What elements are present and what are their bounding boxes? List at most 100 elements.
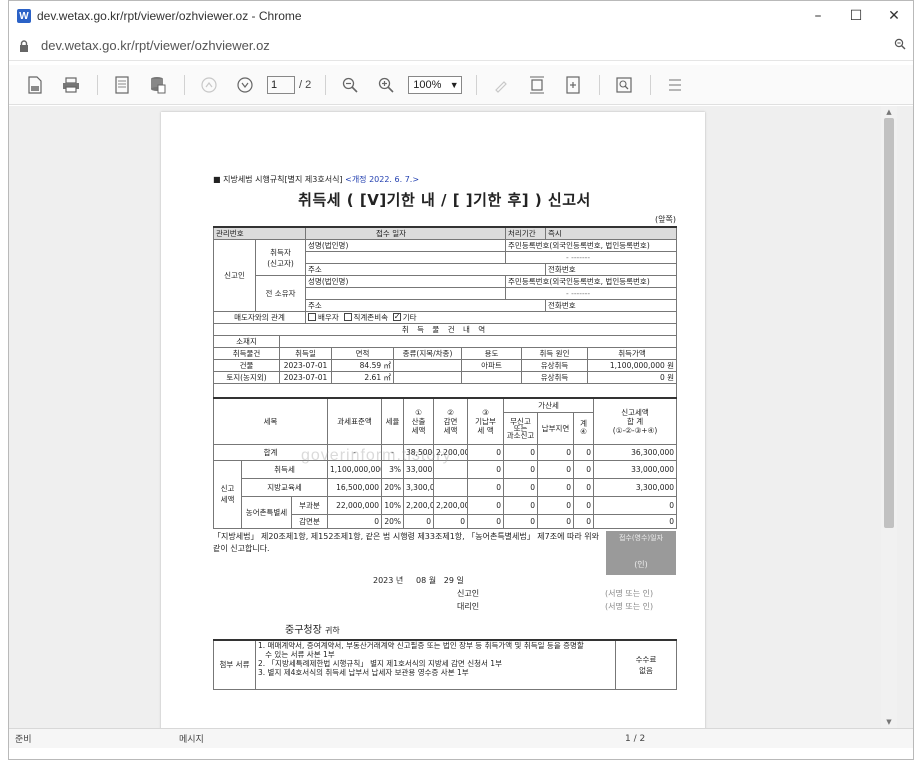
find-icon[interactable]: [610, 71, 638, 99]
print-icon[interactable]: [57, 71, 85, 99]
zoom-in-icon[interactable]: [372, 71, 400, 99]
zoom-icon[interactable]: [887, 38, 913, 53]
lock-icon: [20, 39, 28, 52]
table-cell: 0: [593, 495, 678, 515]
processing-label: 처리기간: [505, 226, 547, 240]
revision-text: <개정 2022. 6. 7.>: [345, 175, 420, 184]
add-page-icon[interactable]: [559, 71, 587, 99]
table-cell: 2,200,000: [433, 495, 469, 515]
lineal-checkbox[interactable]: [343, 313, 352, 321]
reporter-sign-hint: (서명 또는 인): [605, 588, 654, 598]
vertical-scrollbar[interactable]: ▲ ▼: [881, 106, 897, 728]
toolbar-separator: [97, 74, 98, 95]
table-cell: 지방교육세: [240, 477, 329, 497]
toolbar-separator: [599, 74, 601, 95]
acquirer-rrn-value: - -------: [505, 251, 678, 264]
property-header: 용도: [461, 347, 522, 360]
window-title: dev.wetax.go.kr/rpt/viewer/ozhviewer.oz …: [37, 9, 302, 23]
zoom-value: 100%: [413, 78, 442, 91]
addressee-name: 중구청장: [285, 624, 322, 636]
other-checkbox[interactable]: ✓: [392, 313, 401, 321]
processing-value: 즉시: [545, 226, 678, 240]
prev-owner-rrn-field: 주민등록번호(외국인등록번호, 법인등록번호): [505, 275, 678, 288]
prev-owner-address-field: 주소: [305, 299, 547, 312]
zoom-out-icon[interactable]: [336, 71, 364, 99]
scrollbar-thumb[interactable]: [884, 118, 894, 528]
table-cell: 0: [503, 477, 539, 497]
table-cell: 0: [467, 443, 505, 461]
fee-label: 수수료: [635, 654, 657, 664]
date-month: 08: [416, 575, 427, 585]
status-page: 1 / 2: [625, 733, 646, 744]
attachments-table: 첨부 서류 1. 매매계약서, 증여계약서, 부동산거래계약 신고필증 또는 법…: [213, 638, 677, 690]
table-cell: [393, 359, 462, 372]
table-cell: 0: [537, 477, 575, 497]
acquirer-address-field: 주소: [305, 263, 547, 276]
current-page-input[interactable]: 1: [267, 75, 295, 94]
previous-page-icon[interactable]: [195, 71, 223, 99]
tax-header-reduce: ② 감면 세액: [433, 397, 469, 445]
table-cell: 토지(농지외): [213, 371, 280, 384]
table-cell: 아파트: [461, 359, 522, 372]
export-icon[interactable]: [144, 71, 172, 99]
attachments-label: 첨부 서류: [213, 638, 256, 690]
property-header: 취득일: [279, 347, 332, 360]
spouse-checkbox[interactable]: [308, 313, 317, 321]
property-header: 취득가액: [586, 347, 678, 360]
toolbar-separator: [476, 74, 478, 95]
maximize-button[interactable]: ☐: [837, 1, 875, 31]
fee-value: 없음: [639, 665, 653, 675]
table-cell: 36,300,000: [593, 443, 678, 461]
acquirer-phone-field: 전화번호: [545, 263, 678, 276]
table-cell: 0: [503, 495, 539, 515]
property-header: 종류(지목/차종): [393, 347, 462, 360]
agent-sign-hint: (서명 또는 인): [605, 601, 654, 611]
attachments-list: 1. 매매계약서, 증여계약서, 부동산거래계약 신고필증 또는 법인 장부 등…: [255, 638, 616, 690]
tax-header-base: 과세표준액: [327, 397, 383, 445]
table-cell: [461, 371, 522, 384]
property-header: 면적: [331, 347, 394, 360]
spouse-label: 배우자: [318, 313, 339, 322]
table-cell: 2.61 ㎡: [331, 371, 394, 384]
document-page: ■ 지방세법 시행규칙[별지 제3호서식] <개정 2022. 6. 7.> 취…: [161, 112, 705, 728]
agent-sign-label: 대리인: [457, 601, 480, 611]
close-button[interactable]: ✕: [875, 1, 913, 31]
property-header: 취득 원인: [521, 347, 588, 360]
table-cell: 0: [593, 513, 678, 529]
viewer-toolbar: 1 / 2 100% ▼: [9, 65, 913, 105]
date-year-unit: 년: [395, 575, 404, 585]
table-cell: [393, 371, 462, 384]
table-cell: 3,300,000: [593, 477, 678, 497]
menu-icon[interactable]: [661, 71, 689, 99]
fit-page-icon[interactable]: [523, 71, 551, 99]
tax-header-pen-report: 무신고 또는 과소신고: [503, 411, 539, 445]
table-cell: [433, 477, 469, 497]
table-cell: 0: [573, 459, 595, 479]
form-title: 취득세 ( [V]기한 내 / [ ]기한 후] ) 신고서: [298, 191, 591, 209]
table-cell: 16,500,000: [327, 477, 383, 497]
next-page-icon[interactable]: [231, 71, 259, 99]
status-message: 메시지: [179, 735, 204, 745]
reporter-group-label: 신고인: [213, 239, 256, 312]
law-reference-text: ■ 지방세법 시행규칙[별지 제3호서식]: [213, 175, 343, 184]
minimize-button[interactable]: –: [799, 1, 837, 31]
table-cell: 0: [433, 513, 469, 529]
table-row: 농어촌특별세 부과분 22,000,000 10% 2,200,000 2,20…: [214, 495, 678, 529]
table-cell: 감면분: [290, 513, 329, 529]
location-value: [278, 335, 678, 348]
save-icon[interactable]: [21, 71, 49, 99]
document-viewport[interactable]: ■ 지방세법 시행규칙[별지 제3호서식] <개정 2022. 6. 7.> 취…: [9, 106, 913, 728]
mgmt-no-label: 관리번호: [212, 226, 307, 240]
scroll-up-arrow-icon[interactable]: ▲: [881, 106, 897, 118]
title-bar: W dev.wetax.go.kr/rpt/viewer/ozhviewer.o…: [9, 1, 913, 31]
table-cell: 10%: [381, 495, 405, 515]
tax-header-paid: ③ 기납부 세 액: [467, 397, 505, 445]
page-setup-icon[interactable]: [108, 71, 136, 99]
url-text[interactable]: dev.wetax.go.kr/rpt/viewer/ozhviewer.oz: [41, 38, 887, 53]
table-cell: 20%: [381, 477, 405, 497]
annotate-icon[interactable]: [487, 71, 515, 99]
zoom-select[interactable]: 100% ▼: [408, 75, 463, 94]
scroll-down-arrow-icon[interactable]: ▼: [881, 716, 897, 728]
table-cell: 유상취득: [521, 359, 588, 372]
tax-header-pen-sum: 계 ④: [573, 411, 595, 445]
